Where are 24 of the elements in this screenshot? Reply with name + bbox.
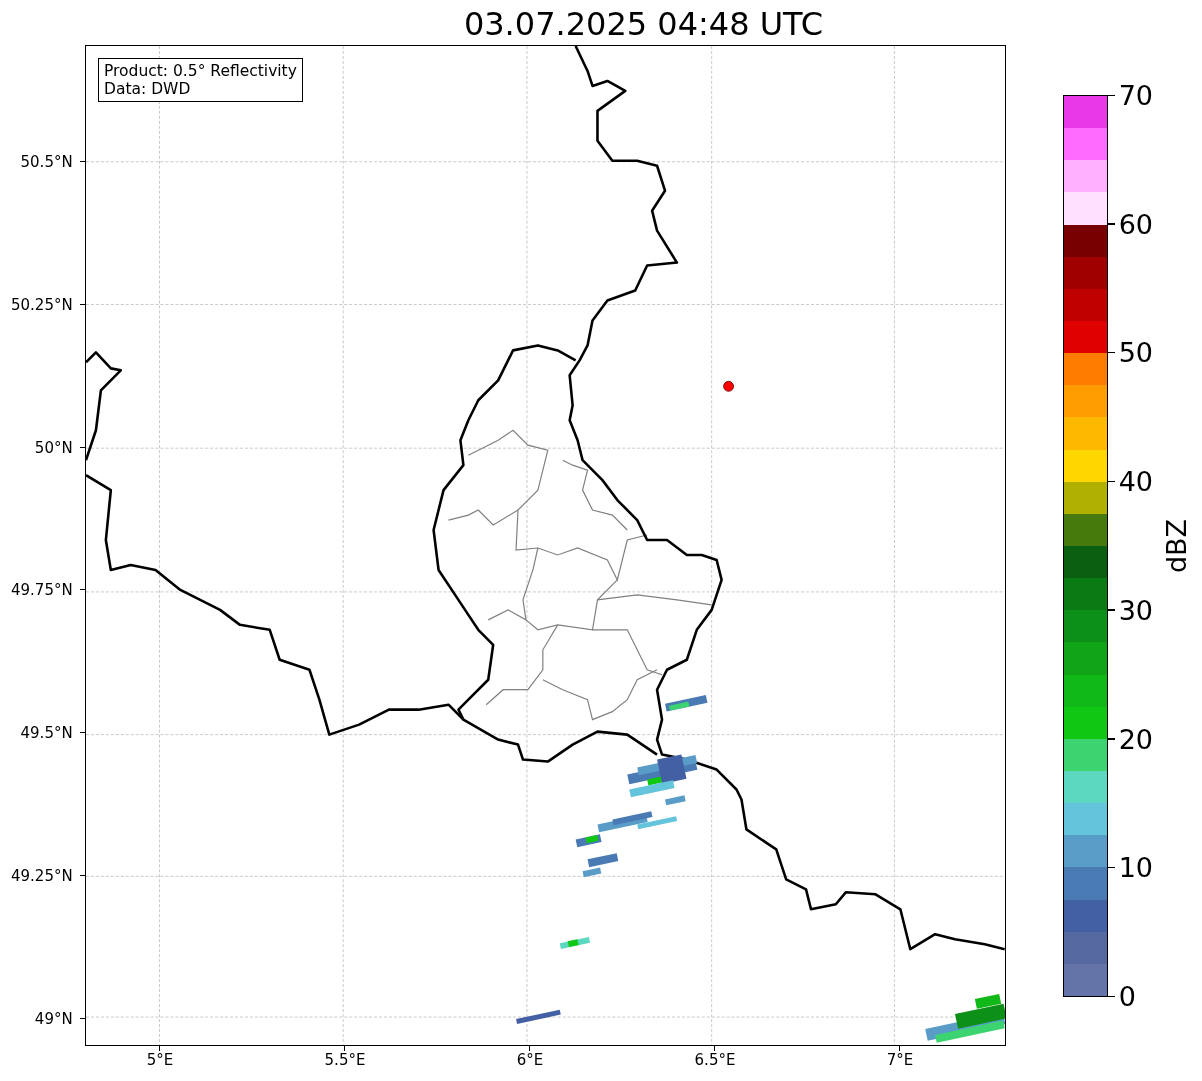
latitude-label: 49.75°N	[11, 581, 73, 600]
longitude-label: 7°E	[886, 1051, 914, 1069]
latitude-label: 49°N	[34, 1009, 73, 1028]
legend-text: Product: 0.5° Reflectivity	[104, 62, 297, 80]
longitude-label: 5°E	[146, 1051, 174, 1069]
chart-title: 03.07.2025 04:48 UTC	[462, 5, 825, 43]
latitude-label: 50°N	[34, 438, 73, 457]
colorbar-tick-label: 30	[1118, 595, 1153, 626]
longitude-label: 6.5°E	[694, 1051, 736, 1069]
colorbar-tick-label: 60	[1118, 209, 1153, 240]
legend-text: Data: DWD	[104, 80, 192, 98]
longitude-label: 6°E	[516, 1051, 544, 1069]
latitude-label: 49.25°N	[11, 867, 73, 885]
latitude-label: 49.5°N	[20, 724, 73, 743]
colorbar-tick-label: 20	[1118, 724, 1153, 755]
colorbar-tick-label: 10	[1118, 853, 1153, 884]
longitude-label: 5.5°E	[324, 1051, 366, 1069]
colorbar-tick-label: 50	[1118, 338, 1153, 369]
colorbar-label: dBZ	[1160, 518, 1192, 574]
colorbar-tick-label: 70	[1118, 81, 1153, 111]
colorbar-tick-label: 40	[1118, 467, 1153, 498]
colorbar-tick-label: 0	[1118, 982, 1136, 1012]
latitude-label: 50.25°N	[11, 295, 73, 314]
latitude-label: 50.5°N	[20, 153, 73, 171]
